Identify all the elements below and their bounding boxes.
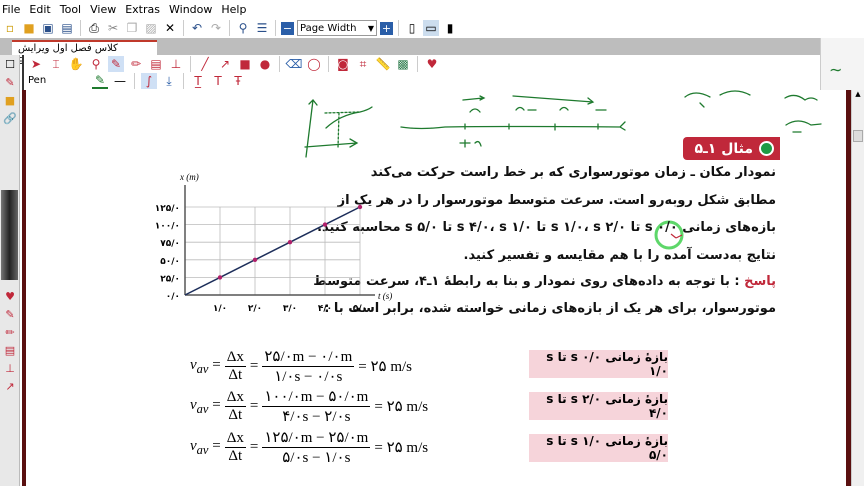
eq-sub: av <box>196 361 209 376</box>
y-tick-label: ۱۰۰/۰ <box>155 222 180 232</box>
eq-den: ۴/۰s − ۲/۰s <box>282 409 351 425</box>
example-badge: مثال ۱ـ۵ <box>683 137 780 160</box>
y-axis-label: x (m) <box>179 172 199 182</box>
data-point <box>357 204 363 210</box>
eq-result: = ۲۵ m/s <box>358 359 412 375</box>
equation-1: vav = Δx Δt = ۲۵/۰m − ۰/۰m ۱/۰s − ۰/۰s = ۲… <box>190 349 412 385</box>
eq-num: ۲۵/۰m − ۰/۰m <box>262 349 355 367</box>
x-tick-label: ۵/۰ <box>353 304 367 314</box>
eq-num: ۱۲۵/۰m − ۲۵/۰m <box>262 430 371 448</box>
eq-den: ۵/۰s − ۱/۰s <box>282 450 351 466</box>
eq-dnum: Δx <box>224 349 246 367</box>
equation-2: vav = Δx Δt = ۱۰۰/۰m − ۵۰/۰m ۴/۰s − ۲/۰s =… <box>190 389 429 425</box>
answer-label: پاسخ <box>744 274 776 289</box>
x-axis-label: t (s) <box>378 291 392 301</box>
ink-annotations[interactable] <box>0 0 864 486</box>
x-tick-label: ۲/۰ <box>248 304 262 314</box>
x-tick-label: ۴/۰ <box>318 304 332 314</box>
problem-line-1: نمودار مکان ـ زمان موتورسواری که بر خط ر… <box>370 165 776 180</box>
eq-dden: Δt <box>228 367 243 383</box>
eq-lhs: v <box>190 356 197 373</box>
equation-3: vav = Δx Δt = ۱۲۵/۰m − ۲۵/۰m ۵/۰s − ۱/۰s =… <box>190 430 429 466</box>
interval-box-1: بازهٔ زمانی s ۰/۰ تا s ۱/۰ <box>529 350 668 378</box>
eq-dden: Δt <box>228 407 243 423</box>
series-line <box>184 206 361 296</box>
interval-box-3: بازهٔ زمانی s ۱/۰ تا s ۵/۰ <box>529 434 668 462</box>
eq-sub: av <box>196 401 209 416</box>
y-tick-label: ۲۵/۰ <box>160 274 180 284</box>
y-tick-label: ۰/۰ <box>166 292 180 302</box>
x-tick-label: ۳/۰ <box>283 304 297 314</box>
problem-line-4: نتایج به‌دست آمده را با هم مقایسه و تفسی… <box>463 248 776 263</box>
y-tick-label: ۵۰/۰ <box>160 257 180 267</box>
eq-result: = ۲۵ m/s <box>374 399 429 415</box>
eq-dnum: Δx <box>224 389 246 407</box>
eq-sub: av <box>196 442 209 457</box>
eq-lhs: v <box>190 437 197 454</box>
data-point <box>322 222 328 227</box>
eq-dnum: Δx <box>224 430 246 448</box>
data-point <box>287 240 293 245</box>
interval-box-2: بازهٔ زمانی s ۲/۰ تا s ۴/۰ <box>529 392 668 420</box>
data-point <box>217 275 223 280</box>
problem-line-2: مطابق شکل روبه‌رو است. سرعت متوسط موتورس… <box>337 193 776 208</box>
eq-result: = ۲۵ m/s <box>374 440 429 456</box>
x-tick-label: ۱/۰ <box>213 304 227 314</box>
badge-dot-icon <box>759 141 774 156</box>
badge-label: مثال ۱ـ۵ <box>694 140 753 157</box>
eq-dden: Δt <box>228 448 243 464</box>
data-point <box>252 257 258 262</box>
position-time-chart: ۰/۰ ۲۵/۰ ۵۰/۰ ۷۵/۰ ۱۰۰/۰ ۱۲۵/۰ ۱/۰ ۲/۰ ۳/۰ ۴/۰ ۵/۰… <box>155 172 393 314</box>
eq-lhs: v <box>190 396 197 413</box>
eq-den: ۱/۰s − ۰/۰s <box>274 369 343 385</box>
y-tick-label: ۷۵/۰ <box>160 239 180 249</box>
y-tick-label: ۱۲۵/۰ <box>155 204 180 214</box>
eq-num: ۱۰۰/۰m − ۵۰/۰m <box>262 389 371 407</box>
